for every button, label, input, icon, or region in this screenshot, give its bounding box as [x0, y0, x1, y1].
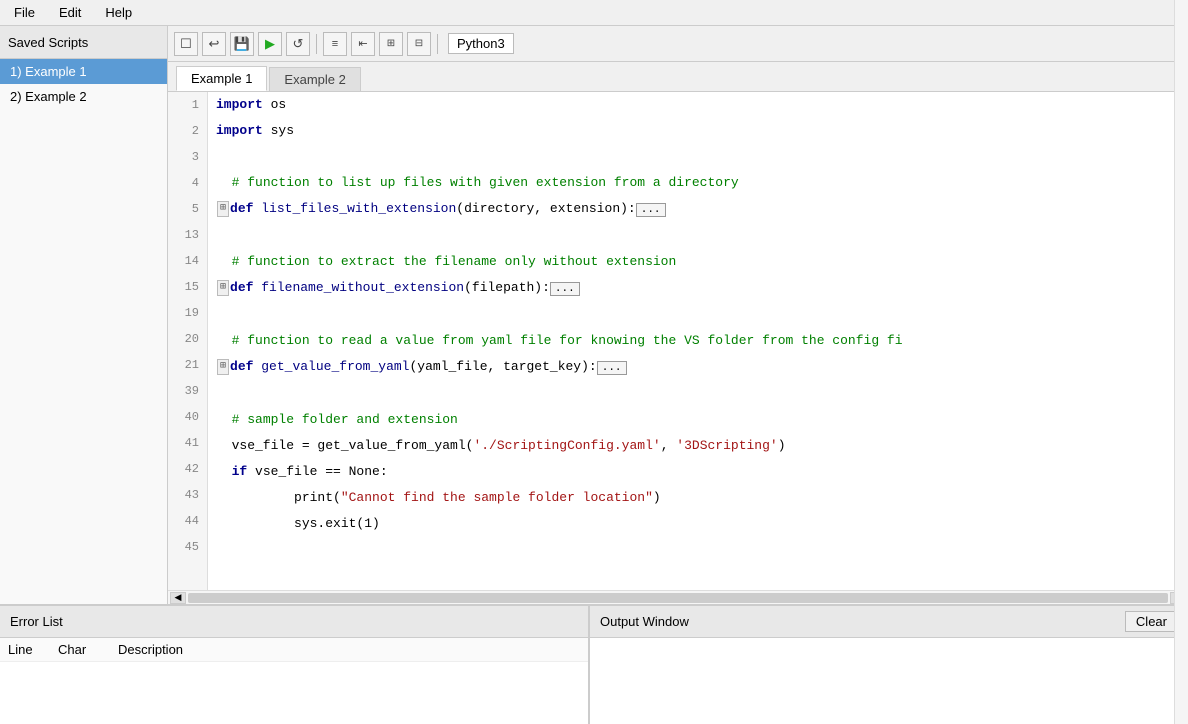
- toolbar-undo-btn[interactable]: ↩: [202, 32, 226, 56]
- code-line-44: sys.exit(1): [216, 511, 1166, 537]
- col-char-header: Char: [58, 642, 118, 657]
- hscroll-thumb[interactable]: [188, 593, 1168, 603]
- toolbar-refresh-btn[interactable]: ↺: [286, 32, 310, 56]
- collapse-btn-21[interactable]: ⊞: [217, 359, 229, 375]
- output-panel: Output Window Clear: [590, 606, 1188, 724]
- code-line-15: ⊞def filename_without_extension(filepath…: [216, 275, 1166, 302]
- line-numbers: 1 2 3 4 5 13 14 15 19 20 21 39 40 41 42 …: [168, 92, 208, 590]
- col-line-header: Line: [8, 642, 58, 657]
- menu-edit[interactable]: Edit: [53, 3, 87, 22]
- code-line-40: # sample folder and extension: [216, 407, 1166, 433]
- error-panel-content[interactable]: [0, 662, 588, 724]
- code-line-4: # function to list up files with given e…: [216, 170, 1166, 196]
- menu-help[interactable]: Help: [99, 3, 138, 22]
- tab-example2[interactable]: Example 2: [269, 67, 360, 91]
- tab-bar: Example 1 Example 2: [168, 62, 1188, 92]
- scroll-left-btn[interactable]: ◀: [170, 592, 186, 604]
- sidebar-item-example1[interactable]: 1) Example 1: [0, 59, 167, 84]
- clear-button[interactable]: Clear: [1125, 611, 1178, 632]
- toolbar-sep1: [316, 34, 317, 54]
- error-panel-title: Error List: [0, 606, 588, 638]
- tab-example1[interactable]: Example 1: [176, 66, 267, 91]
- toolbar-indent-btn[interactable]: ≡: [323, 32, 347, 56]
- collapse-btn-15[interactable]: ⊞: [217, 280, 229, 296]
- output-panel-header: Output Window Clear: [590, 606, 1188, 638]
- bottom-panels: Error List Line Char Description Output …: [0, 604, 1188, 724]
- toolbar-sep2: [437, 34, 438, 54]
- collapse-btn-5[interactable]: ⊞: [217, 201, 229, 217]
- code-content[interactable]: import os import sys # function to list …: [208, 92, 1174, 590]
- toolbar-new-btn[interactable]: ☐: [174, 32, 198, 56]
- sidebar-item-example2[interactable]: 2) Example 2: [0, 84, 167, 109]
- code-line-13: [216, 223, 1166, 249]
- code-line-20: # function to read a value from yaml fil…: [216, 328, 1166, 354]
- menu-bar: File Edit Help: [0, 0, 1188, 26]
- code-editor: 1 2 3 4 5 13 14 15 19 20 21 39 40 41 42 …: [168, 92, 1188, 590]
- error-panel: Error List Line Char Description: [0, 606, 590, 724]
- code-line-3: [216, 144, 1166, 170]
- output-panel-content[interactable]: [590, 638, 1188, 724]
- toolbar-run-btn[interactable]: ▶: [258, 32, 282, 56]
- code-line-14: # function to extract the filename only …: [216, 249, 1166, 275]
- code-line-45: [216, 537, 1166, 563]
- main-layout: Saved Scripts 1) Example 1 2) Example 2 …: [0, 26, 1188, 604]
- code-line-42: if vse_file == None:: [216, 459, 1166, 485]
- error-table-header: Line Char Description: [0, 638, 588, 662]
- toolbar-unindent-btn[interactable]: ⇤: [351, 32, 375, 56]
- toolbar-save-btn[interactable]: 💾: [230, 32, 254, 56]
- sidebar-title: Saved Scripts: [0, 26, 167, 59]
- col-desc-header: Description: [118, 642, 580, 657]
- output-panel-title: Output Window: [600, 614, 689, 629]
- code-line-21: ⊞def get_value_from_yaml(yaml_file, targ…: [216, 354, 1166, 381]
- menu-file[interactable]: File: [8, 3, 41, 22]
- code-line-39: [216, 381, 1166, 407]
- output-vscroll[interactable]: [1174, 638, 1188, 724]
- sidebar: Saved Scripts 1) Example 1 2) Example 2: [0, 26, 168, 604]
- hscroll-bar[interactable]: ◀ ▶: [168, 590, 1188, 604]
- toolbar-comment-btn[interactable]: ⊞: [379, 32, 403, 56]
- code-line-5: ⊞def list_files_with_extension(directory…: [216, 196, 1166, 223]
- code-line-41: vse_file = get_value_from_yaml('./Script…: [216, 433, 1166, 459]
- toolbar: ☐ ↩ 💾 ▶ ↺ ≡ ⇤ ⊞ ⊟ Python3: [168, 26, 1188, 62]
- code-line-1: import os: [216, 92, 1166, 118]
- bottom-panels-row: Error List Line Char Description Output …: [0, 606, 1188, 724]
- toolbar-language: Python3: [448, 33, 514, 54]
- code-line-2: import sys: [216, 118, 1166, 144]
- editor-area: ☐ ↩ 💾 ▶ ↺ ≡ ⇤ ⊞ ⊟ Python3 Example 1 Exam…: [168, 26, 1188, 604]
- toolbar-uncomment-btn[interactable]: ⊟: [407, 32, 431, 56]
- code-line-19: [216, 302, 1166, 328]
- code-line-43: print("Cannot find the sample folder loc…: [216, 485, 1166, 511]
